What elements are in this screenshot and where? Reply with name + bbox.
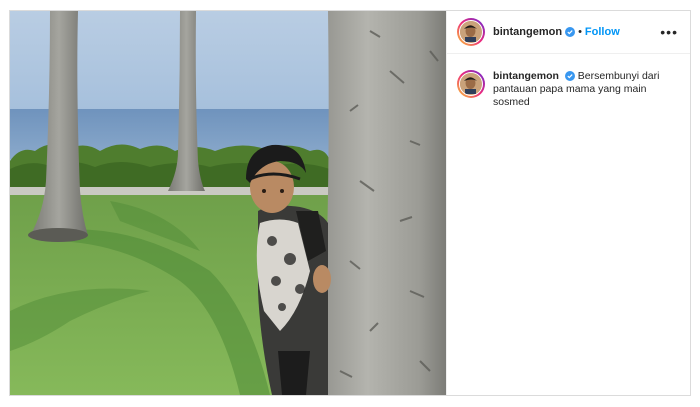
avatar-story-ring[interactable]	[457, 18, 485, 46]
caption-avatar-ring[interactable]	[457, 70, 485, 98]
post-header: bintangemon • Follow •••	[447, 11, 690, 54]
more-options-icon[interactable]: •••	[660, 25, 678, 39]
caption-avatar-image	[460, 73, 481, 94]
avatar	[459, 20, 483, 44]
caption-avatar	[459, 72, 483, 96]
post-photo[interactable]	[10, 11, 446, 395]
username-link[interactable]: bintangemon	[493, 26, 562, 38]
post-caption: bintangemon Bersembunyi dari pantauan pa…	[447, 54, 690, 109]
instagram-post: bintangemon • Follow ••• bintangemon Ber…	[9, 10, 691, 396]
caption-text-block: bintangemon Bersembunyi dari pantauan pa…	[493, 70, 673, 109]
follow-button[interactable]: Follow	[585, 26, 620, 38]
caption-username-link[interactable]: bintangemon	[493, 70, 559, 82]
caption-verified-badge-icon	[564, 71, 575, 82]
post-sidebar: bintangemon • Follow ••• bintangemon Ber…	[446, 11, 690, 395]
verified-badge-icon	[565, 27, 576, 37]
separator-dot: •	[578, 26, 582, 38]
avatar-image	[460, 21, 481, 42]
post-photo-image	[10, 11, 446, 395]
